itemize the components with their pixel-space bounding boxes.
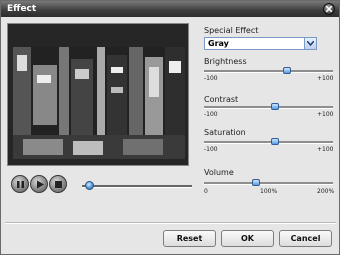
stop-button[interactable] xyxy=(49,175,67,193)
cancel-button[interactable]: Cancel xyxy=(279,230,332,247)
special-effect-select[interactable]: Gray xyxy=(204,37,317,50)
special-effect-label: Special Effect xyxy=(204,26,259,35)
brightness-track[interactable] xyxy=(204,70,333,73)
seek-thumb[interactable] xyxy=(85,181,95,190)
pause-icon xyxy=(17,181,24,188)
saturation-max: +100 xyxy=(317,146,334,153)
saturation-thumb[interactable] xyxy=(270,138,279,145)
contrast-track[interactable] xyxy=(204,106,333,109)
volume-mid: 100% xyxy=(260,188,278,195)
volume-label: Volume xyxy=(204,168,234,177)
title-bar: Effect xyxy=(1,1,339,17)
saturation-track[interactable] xyxy=(204,141,333,144)
volume-min: 0 xyxy=(204,188,208,195)
volume-track[interactable] xyxy=(204,182,333,185)
video-preview xyxy=(7,23,189,166)
playback-controls xyxy=(7,173,192,197)
contrast-label: Contrast xyxy=(204,95,239,104)
chevron-down-icon xyxy=(307,41,314,46)
volume-max: 200% xyxy=(317,188,335,195)
video-frame xyxy=(13,47,185,159)
special-effect-value: Gray xyxy=(208,39,229,48)
ok-button[interactable]: OK xyxy=(221,230,274,247)
contrast-max: +100 xyxy=(317,111,334,118)
close-button[interactable] xyxy=(323,3,335,15)
saturation-min: -100 xyxy=(204,146,218,153)
contrast-min: -100 xyxy=(204,111,218,118)
close-icon xyxy=(326,6,332,12)
volume-thumb[interactable] xyxy=(252,179,261,186)
brightness-max: +100 xyxy=(317,75,334,82)
effect-dialog: Effect Special Effect Gray Brightness -1… xyxy=(0,0,340,255)
saturation-label: Saturation xyxy=(204,128,246,137)
footer-divider xyxy=(5,222,336,224)
window-title: Effect xyxy=(7,4,37,14)
dropdown-arrow[interactable] xyxy=(304,38,316,49)
reset-button[interactable]: Reset xyxy=(163,230,216,247)
play-button[interactable] xyxy=(30,175,48,193)
play-icon xyxy=(37,180,44,189)
pause-button[interactable] xyxy=(11,175,29,193)
video-image xyxy=(13,47,185,159)
seek-track[interactable] xyxy=(82,185,192,188)
brightness-label: Brightness xyxy=(204,57,247,66)
contrast-thumb[interactable] xyxy=(270,103,279,110)
brightness-thumb[interactable] xyxy=(282,67,291,74)
stop-icon xyxy=(55,181,62,188)
brightness-min: -100 xyxy=(204,75,218,82)
